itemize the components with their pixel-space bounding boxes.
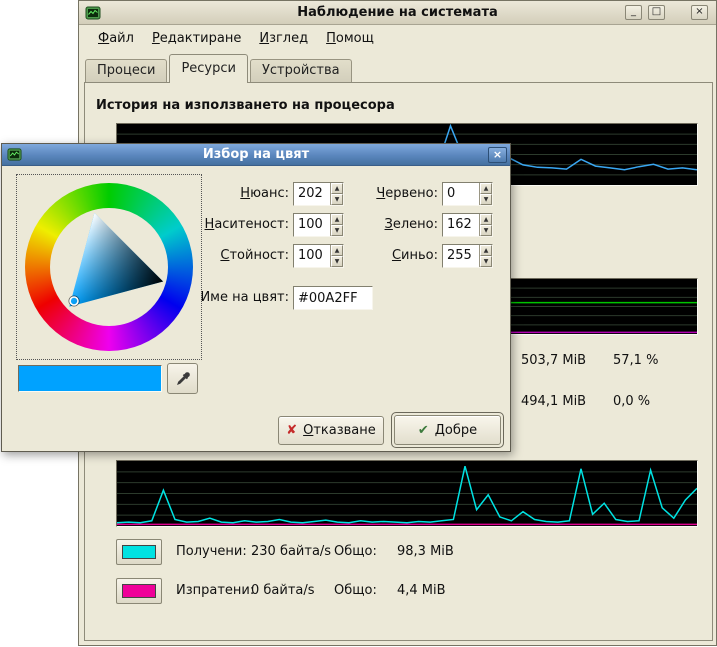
green-input[interactable]: 162 xyxy=(443,214,479,236)
hue-label: Нюанс: xyxy=(152,182,289,206)
dialog-title: Избор на цвят xyxy=(2,147,510,162)
sent-label: Изпратени: xyxy=(176,583,254,598)
green-spinbox[interactable]: 162 ▲▼ xyxy=(442,213,493,237)
memory-stat-row: 503,7 MiB57,1 % xyxy=(521,353,658,368)
menu-edit[interactable]: Редактиране xyxy=(143,30,250,47)
screen: Наблюдение на системата _ □ × ФайлРедакт… xyxy=(0,0,717,647)
sent-color-button[interactable] xyxy=(116,578,162,604)
green-spin-up[interactable]: ▲ xyxy=(480,214,492,225)
memory-used-value: 503,7 MiB xyxy=(521,353,613,368)
received-total-label: Общо: xyxy=(334,544,377,559)
tab-processes[interactable]: Процеси xyxy=(85,59,167,83)
received-color-button[interactable] xyxy=(116,539,162,565)
color-picker-dialog: Избор на цвят × xyxy=(1,143,511,452)
tab-resources[interactable]: Ресурси xyxy=(169,54,248,83)
swap-percent-value: 0,0 % xyxy=(613,394,650,409)
cpu-history-heading: История на използването на процесора xyxy=(96,98,395,113)
dialog-close-button[interactable]: × xyxy=(488,147,507,163)
color-preview xyxy=(18,365,162,392)
sent-rate-value: 0 байта/s xyxy=(251,583,315,598)
color-name-label: Име на цвят: xyxy=(152,286,289,310)
ok-button-label: Добре xyxy=(435,423,477,438)
network-history-chart xyxy=(116,460,698,527)
swap-used-value: 494,1 MiB xyxy=(521,394,613,409)
swap-stat-row: 494,1 MiB0,0 % xyxy=(521,394,650,409)
value-input[interactable]: 100 xyxy=(294,245,330,267)
received-label: Получени: xyxy=(176,544,247,559)
red-spin-down[interactable]: ▼ xyxy=(480,194,492,205)
menu-help[interactable]: Помощ xyxy=(317,30,383,47)
received-rate-value: 230 байта/s xyxy=(251,544,331,559)
green-label: Зелено: xyxy=(337,213,438,237)
minimize-button[interactable]: _ xyxy=(625,5,642,20)
blue-spin-down[interactable]: ▼ xyxy=(480,256,492,267)
tab-devices[interactable]: Устройства xyxy=(250,59,352,83)
saturation-label: Наситеност: xyxy=(152,213,289,237)
blue-spin-up[interactable]: ▲ xyxy=(480,245,492,256)
blue-label: Синьо: xyxy=(337,244,438,268)
hsv-triangle[interactable] xyxy=(50,208,168,326)
blue-input[interactable]: 255 xyxy=(443,245,479,267)
sent-total-label: Общо: xyxy=(334,583,377,598)
sent-total-value: 4,4 MiB xyxy=(397,583,446,598)
eyedropper-icon xyxy=(175,371,191,387)
eyedropper-button[interactable] xyxy=(167,363,198,394)
menu-view[interactable]: Изглед xyxy=(250,30,317,47)
menubar: ФайлРедактиранеИзгледПомощ xyxy=(80,26,710,52)
saturation-input[interactable]: 100 xyxy=(294,214,330,236)
ok-button[interactable]: ✔ Добре xyxy=(394,415,501,445)
dialog-titlebar[interactable]: Избор на цвят × xyxy=(2,144,510,166)
cancel-button[interactable]: ✘ Отказване xyxy=(278,416,384,445)
hue-input[interactable]: 202 xyxy=(294,183,330,205)
ok-check-icon: ✔ xyxy=(418,423,429,438)
received-total-value: 98,3 MiB xyxy=(397,544,454,559)
network-chart-canvas xyxy=(117,461,697,526)
received-color-swatch xyxy=(122,545,156,559)
cancel-x-icon: ✘ xyxy=(286,423,297,438)
memory-percent-value: 57,1 % xyxy=(613,353,658,368)
maximize-button[interactable]: □ xyxy=(648,5,665,20)
main-window-title: Наблюдение на системата xyxy=(79,5,716,20)
red-input[interactable]: 0 xyxy=(443,183,479,205)
green-spin-down[interactable]: ▼ xyxy=(480,225,492,236)
red-label: Червено: xyxy=(337,182,438,206)
red-spinbox[interactable]: 0 ▲▼ xyxy=(442,182,493,206)
tab-bar: Процеси Ресурси Устройства xyxy=(85,54,354,83)
red-spin-up[interactable]: ▲ xyxy=(480,183,492,194)
main-titlebar[interactable]: Наблюдение на системата _ □ × xyxy=(79,1,716,25)
value-label: Стойност: xyxy=(152,244,289,268)
ok-default-ring: ✔ Добре xyxy=(391,412,504,448)
cancel-button-label: Отказване xyxy=(303,423,376,438)
color-name-input[interactable] xyxy=(293,286,373,310)
close-button[interactable]: × xyxy=(691,5,708,20)
sent-color-swatch xyxy=(122,584,156,598)
blue-spinbox[interactable]: 255 ▲▼ xyxy=(442,244,493,268)
menu-file[interactable]: Файл xyxy=(89,30,143,47)
